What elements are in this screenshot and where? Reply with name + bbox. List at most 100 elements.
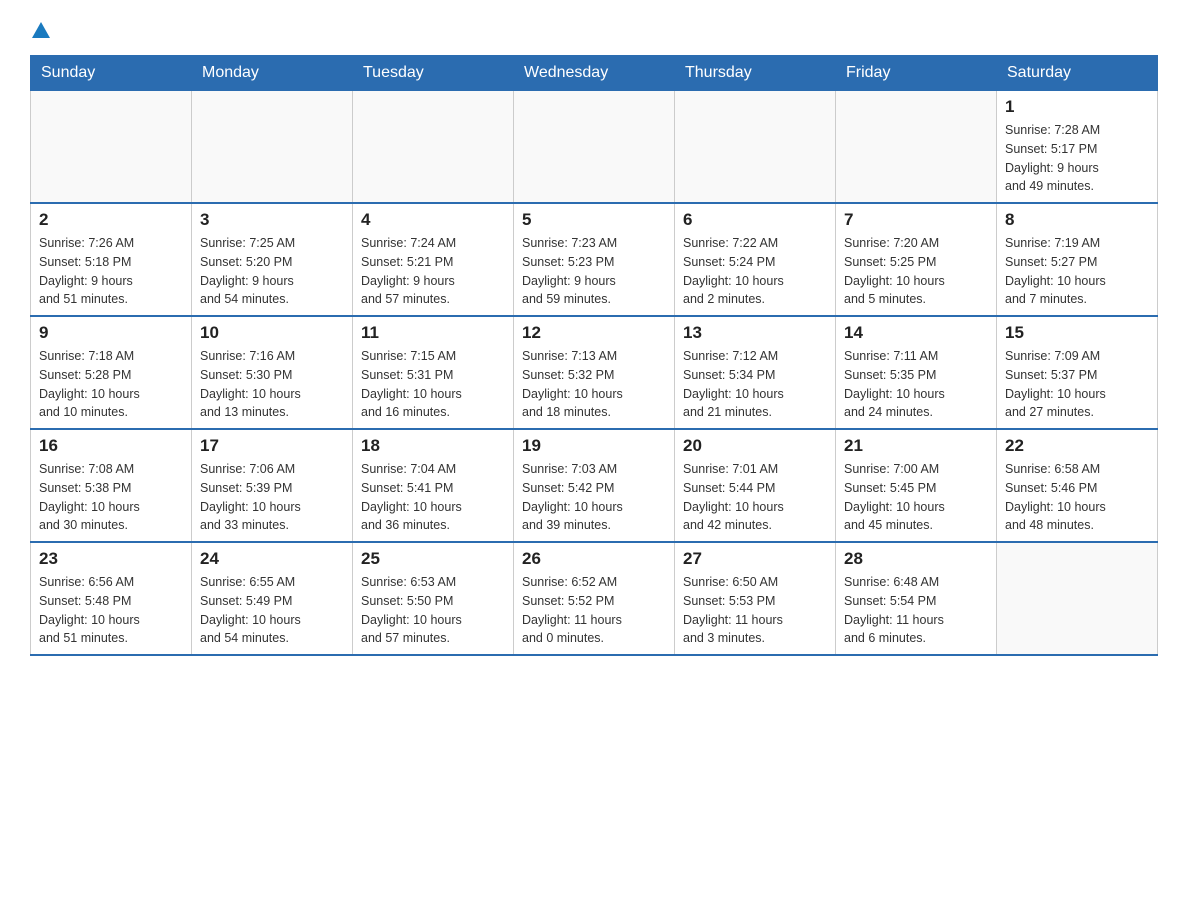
day-number: 4 (361, 210, 505, 230)
calendar-week-row: 23 Sunrise: 6:56 AMSunset: 5:48 PMDayligh… (31, 542, 1158, 655)
calendar-cell: 14 Sunrise: 7:11 AMSunset: 5:35 PMDayligh… (836, 316, 997, 429)
calendar-cell: 16 Sunrise: 7:08 AMSunset: 5:38 PMDayligh… (31, 429, 192, 542)
calendar-cell: 19 Sunrise: 7:03 AMSunset: 5:42 PMDayligh… (514, 429, 675, 542)
day-info: Sunrise: 7:24 AMSunset: 5:21 PMDaylight:… (361, 234, 505, 309)
calendar-header: SundayMondayTuesdayWednesdayThursdayFrid… (31, 56, 1158, 91)
day-info: Sunrise: 6:50 AMSunset: 5:53 PMDaylight:… (683, 573, 827, 648)
day-number: 17 (200, 436, 344, 456)
calendar-cell: 22 Sunrise: 6:58 AMSunset: 5:46 PMDayligh… (997, 429, 1158, 542)
day-info: Sunrise: 7:18 AMSunset: 5:28 PMDaylight:… (39, 347, 183, 422)
day-info: Sunrise: 7:13 AMSunset: 5:32 PMDaylight:… (522, 347, 666, 422)
day-number: 15 (1005, 323, 1149, 343)
calendar-cell (836, 91, 997, 204)
day-number: 10 (200, 323, 344, 343)
calendar-cell: 4 Sunrise: 7:24 AMSunset: 5:21 PMDaylight… (353, 203, 514, 316)
day-number: 25 (361, 549, 505, 569)
weekday-header-thursday: Thursday (675, 56, 836, 91)
day-info: Sunrise: 7:08 AMSunset: 5:38 PMDaylight:… (39, 460, 183, 535)
calendar-cell (192, 91, 353, 204)
calendar-cell: 13 Sunrise: 7:12 AMSunset: 5:34 PMDayligh… (675, 316, 836, 429)
calendar-cell: 28 Sunrise: 6:48 AMSunset: 5:54 PMDayligh… (836, 542, 997, 655)
calendar-cell: 3 Sunrise: 7:25 AMSunset: 5:20 PMDaylight… (192, 203, 353, 316)
day-number: 16 (39, 436, 183, 456)
day-number: 19 (522, 436, 666, 456)
day-info: Sunrise: 7:26 AMSunset: 5:18 PMDaylight:… (39, 234, 183, 309)
calendar-body: 1Sunrise: 7:28 AMSunset: 5:17 PMDaylight… (31, 91, 1158, 656)
calendar-table: SundayMondayTuesdayWednesdayThursdayFrid… (30, 55, 1158, 656)
calendar-week-row: 9 Sunrise: 7:18 AMSunset: 5:28 PMDaylight… (31, 316, 1158, 429)
day-number: 23 (39, 549, 183, 569)
logo-triangle-icon (32, 20, 50, 43)
day-info: Sunrise: 7:01 AMSunset: 5:44 PMDaylight:… (683, 460, 827, 535)
weekday-header-wednesday: Wednesday (514, 56, 675, 91)
day-info: Sunrise: 7:04 AMSunset: 5:41 PMDaylight:… (361, 460, 505, 535)
calendar-cell (353, 91, 514, 204)
day-info: Sunrise: 6:56 AMSunset: 5:48 PMDaylight:… (39, 573, 183, 648)
calendar-cell: 15 Sunrise: 7:09 AMSunset: 5:37 PMDayligh… (997, 316, 1158, 429)
day-number: 12 (522, 323, 666, 343)
calendar-cell: 1Sunrise: 7:28 AMSunset: 5:17 PMDaylight… (997, 91, 1158, 204)
weekday-header-row: SundayMondayTuesdayWednesdayThursdayFrid… (31, 56, 1158, 91)
calendar-cell: 24 Sunrise: 6:55 AMSunset: 5:49 PMDayligh… (192, 542, 353, 655)
day-number: 2 (39, 210, 183, 230)
calendar-cell: 21 Sunrise: 7:00 AMSunset: 5:45 PMDayligh… (836, 429, 997, 542)
day-number: 11 (361, 323, 505, 343)
day-info: Sunrise: 7:03 AMSunset: 5:42 PMDaylight:… (522, 460, 666, 535)
day-info: Sunrise: 7:23 AMSunset: 5:23 PMDaylight:… (522, 234, 666, 309)
day-number: 24 (200, 549, 344, 569)
day-info: Sunrise: 6:48 AMSunset: 5:54 PMDaylight:… (844, 573, 988, 648)
day-info: Sunrise: 7:25 AMSunset: 5:20 PMDaylight:… (200, 234, 344, 309)
day-info: Sunrise: 7:06 AMSunset: 5:39 PMDaylight:… (200, 460, 344, 535)
calendar-cell: 17 Sunrise: 7:06 AMSunset: 5:39 PMDayligh… (192, 429, 353, 542)
day-number: 21 (844, 436, 988, 456)
calendar-cell: 20 Sunrise: 7:01 AMSunset: 5:44 PMDayligh… (675, 429, 836, 542)
calendar-cell: 7 Sunrise: 7:20 AMSunset: 5:25 PMDaylight… (836, 203, 997, 316)
day-number: 20 (683, 436, 827, 456)
day-number: 3 (200, 210, 344, 230)
calendar-cell (514, 91, 675, 204)
calendar-cell (997, 542, 1158, 655)
day-info: Sunrise: 7:09 AMSunset: 5:37 PMDaylight:… (1005, 347, 1149, 422)
calendar-week-row: 2 Sunrise: 7:26 AMSunset: 5:18 PMDaylight… (31, 203, 1158, 316)
day-info: Sunrise: 7:11 AMSunset: 5:35 PMDaylight:… (844, 347, 988, 422)
day-number: 13 (683, 323, 827, 343)
calendar-cell (31, 91, 192, 204)
day-info: Sunrise: 6:58 AMSunset: 5:46 PMDaylight:… (1005, 460, 1149, 535)
day-info: Sunrise: 7:19 AMSunset: 5:27 PMDaylight:… (1005, 234, 1149, 309)
day-number: 22 (1005, 436, 1149, 456)
day-number: 27 (683, 549, 827, 569)
calendar-cell: 9 Sunrise: 7:18 AMSunset: 5:28 PMDaylight… (31, 316, 192, 429)
day-number: 9 (39, 323, 183, 343)
weekday-header-monday: Monday (192, 56, 353, 91)
weekday-header-saturday: Saturday (997, 56, 1158, 91)
day-info: Sunrise: 7:22 AMSunset: 5:24 PMDaylight:… (683, 234, 827, 309)
day-number: 28 (844, 549, 988, 569)
day-number: 6 (683, 210, 827, 230)
logo (30, 20, 52, 43)
day-info: Sunrise: 7:12 AMSunset: 5:34 PMDaylight:… (683, 347, 827, 422)
calendar-cell (675, 91, 836, 204)
day-info: Sunrise: 7:00 AMSunset: 5:45 PMDaylight:… (844, 460, 988, 535)
day-number: 7 (844, 210, 988, 230)
day-number: 26 (522, 549, 666, 569)
calendar-week-row: 1Sunrise: 7:28 AMSunset: 5:17 PMDaylight… (31, 91, 1158, 204)
day-info: Sunrise: 6:55 AMSunset: 5:49 PMDaylight:… (200, 573, 344, 648)
day-number: 5 (522, 210, 666, 230)
day-info: Sunrise: 6:53 AMSunset: 5:50 PMDaylight:… (361, 573, 505, 648)
weekday-header-sunday: Sunday (31, 56, 192, 91)
day-number: 14 (844, 323, 988, 343)
day-number: 8 (1005, 210, 1149, 230)
calendar-cell: 23 Sunrise: 6:56 AMSunset: 5:48 PMDayligh… (31, 542, 192, 655)
calendar-cell: 5 Sunrise: 7:23 AMSunset: 5:23 PMDaylight… (514, 203, 675, 316)
calendar-cell: 8 Sunrise: 7:19 AMSunset: 5:27 PMDaylight… (997, 203, 1158, 316)
day-info: Sunrise: 7:15 AMSunset: 5:31 PMDaylight:… (361, 347, 505, 422)
day-number: 18 (361, 436, 505, 456)
calendar-cell: 2 Sunrise: 7:26 AMSunset: 5:18 PMDaylight… (31, 203, 192, 316)
calendar-cell: 11 Sunrise: 7:15 AMSunset: 5:31 PMDayligh… (353, 316, 514, 429)
calendar-cell: 10Sunrise: 7:16 AMSunset: 5:30 PMDayligh… (192, 316, 353, 429)
calendar-cell: 27 Sunrise: 6:50 AMSunset: 5:53 PMDayligh… (675, 542, 836, 655)
day-number: 1 (1005, 97, 1149, 117)
calendar-cell: 12 Sunrise: 7:13 AMSunset: 5:32 PMDayligh… (514, 316, 675, 429)
day-info: Sunrise: 7:20 AMSunset: 5:25 PMDaylight:… (844, 234, 988, 309)
calendar-cell: 26Sunrise: 6:52 AMSunset: 5:52 PMDayligh… (514, 542, 675, 655)
